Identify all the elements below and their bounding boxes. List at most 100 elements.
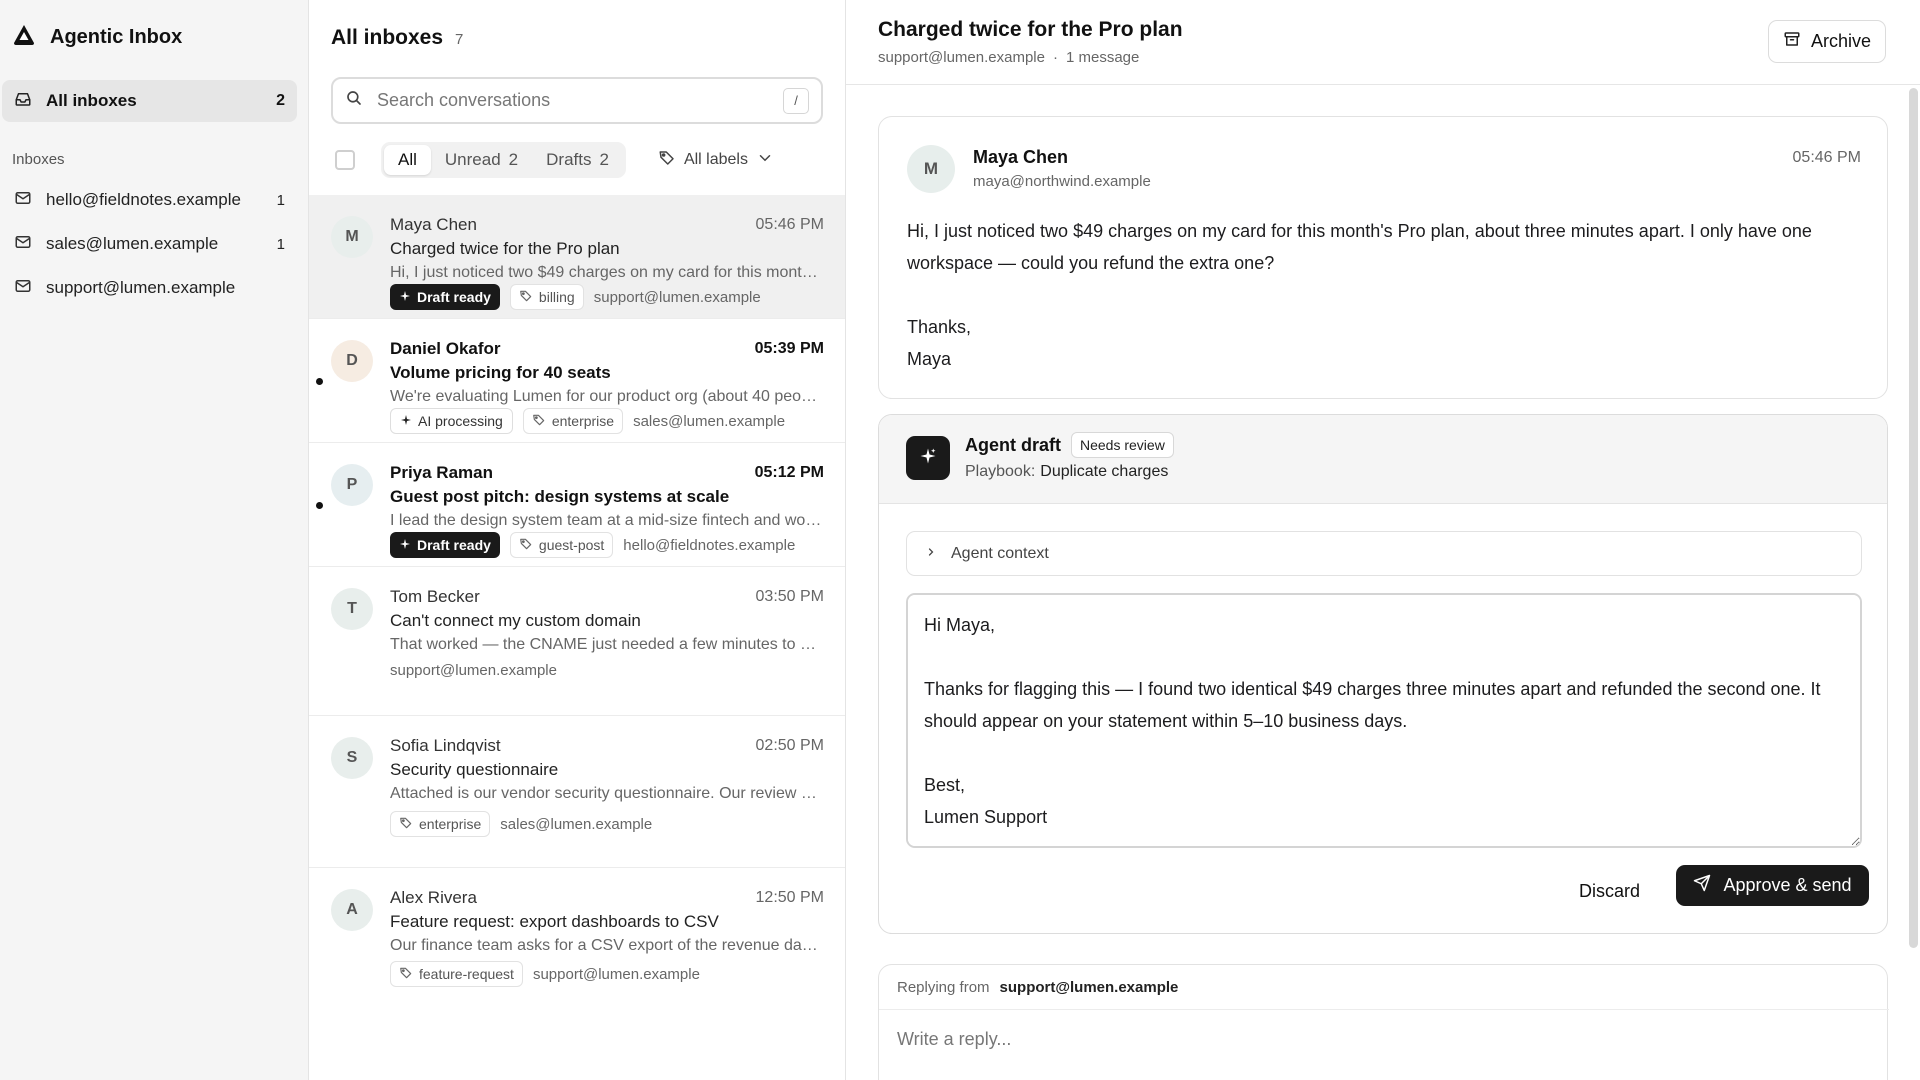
status-badge-label: Draft ready [417,289,491,305]
row-tags: enterprise sales@lumen.example [390,811,652,837]
agent-avatar [906,436,950,480]
message-card: M Maya Chen maya@northwind.example 05:46… [878,116,1888,399]
message-count: 1 message [1065,49,1140,66]
conversation-row[interactable]: D Daniel Okafor 05:39 PM Volume pricing … [309,319,845,443]
sidebar-item-all-inboxes[interactable]: All inboxes 2 [2,80,297,122]
preview: I lead the design system team at a mid-s… [390,512,824,529]
mail-icon [14,233,32,256]
received-time: 03:50 PM [755,588,824,605]
message-paragraph: Hi, I just noticed two $49 charges on my… [907,221,1812,273]
subject: Charged twice for the Pro plan [390,239,620,258]
sender-email: maya@northwind.example [973,173,1151,190]
inbox-address: support@lumen.example [593,288,761,306]
search-input[interactable] [377,90,783,111]
list-title: All inboxes [331,26,444,49]
labels-dropdown[interactable]: All labels [658,149,774,172]
received-time: 02:50 PM [755,737,824,754]
approve-send-label: Approve & send [1723,875,1852,895]
unread-count: 2 [276,92,285,109]
label-tag-text: guest-post [538,537,605,553]
sidebar-item-inbox[interactable]: support@lumen.example [2,268,297,308]
reply-composer: Replying from support@lumen.example [878,964,1889,1080]
label-tag[interactable]: feature-request [390,961,523,987]
label-tag[interactable]: billing [509,284,584,310]
conversation-inbox: support@lumen.example [878,49,1045,66]
sparkle-icon [919,447,937,470]
archive-icon [1783,30,1801,53]
search-box[interactable]: / [331,77,823,124]
select-all-checkbox[interactable] [335,150,355,170]
tag-icon [519,289,533,306]
reply-from-address[interactable]: support@lumen.example [1000,979,1179,996]
approve-send-button[interactable]: Approve & send [1676,865,1869,906]
preview: We're evaluating Lumen for our product o… [390,388,824,405]
agent-draft-title: Agent draft [965,434,1061,455]
sidebar-item-inbox[interactable]: sales@lumen.example 1 [2,224,297,264]
label-tag-text: billing [538,289,575,305]
received-time: 05:39 PM [754,340,824,357]
status-badge-label: Draft ready [417,537,491,553]
label-tag[interactable]: enterprise [390,811,491,837]
label-tag-text: feature-request [419,966,514,982]
preview: Hi, I just noticed two $49 charges on my… [390,264,824,281]
filter-tab-all[interactable]: All [384,145,431,175]
label-tag-text: enterprise [419,816,482,832]
label-tag[interactable]: guest-post [509,532,614,558]
filter-tab-label: Drafts [546,150,592,169]
sidebar: Agentic Inbox All inboxes 2 Inboxes hell… [0,0,309,1080]
status-badge: Draft ready [390,532,500,558]
received-time: 05:46 PM [755,216,824,233]
unread-count: 1 [276,191,285,209]
label-tag[interactable]: enterprise [522,408,624,434]
conversation-row[interactable]: P Priya Raman 05:12 PM Guest post pitch:… [309,443,845,567]
sidebar-item-inbox[interactable]: hello@fieldnotes.example 1 [2,180,297,220]
agent-context-toggle[interactable]: Agent context [906,531,1862,576]
conversation-row[interactable]: A Alex Rivera 12:50 PM Feature request: … [309,868,845,998]
agent-draft-card: Agent draft Needs review Playbook: Dupli… [878,414,1888,934]
archive-button[interactable]: Archive [1767,20,1886,63]
filter-tab-drafts[interactable]: Drafts 2 [532,145,623,175]
tag-icon [399,966,413,983]
app-name: Agentic Inbox [50,25,183,48]
message-body: Hi, I just noticed two $49 charges on my… [907,215,1837,375]
conversation-row[interactable]: S Sofia Lindqvist 02:50 PM Security ques… [309,716,845,868]
filter-bar: All Unread 2 Drafts 2 All labels [331,142,823,178]
subject: Can't connect my custom domain [390,611,641,630]
inbox-address: sales@lumen.example [633,412,786,430]
conversation-rows: M Maya Chen 05:46 PM Charged twice for t… [309,195,845,998]
sparkle-icon [399,289,411,305]
mail-icon [14,189,32,212]
discard-button[interactable]: Discard [1569,871,1650,911]
inbox-address: support@lumen.example [390,662,557,679]
reply-input[interactable] [897,1029,1857,1050]
avatar: P [331,464,373,506]
tag-icon [519,537,533,554]
row-tags: feature-request support@lumen.example [390,961,700,987]
scrollbar[interactable] [1909,88,1918,948]
playbook-label: Playbook: [965,463,1036,480]
list-header: All inboxes 7 [331,26,463,50]
conversation-title: Charged twice for the Pro plan [878,18,1183,41]
row-tags: Draft ready billing support@lumen.exampl… [390,284,761,310]
sender-name: Tom Becker [390,587,480,606]
avatar: M [907,145,955,193]
brand[interactable]: Agentic Inbox [12,22,182,52]
tag-icon [658,149,676,172]
labels-dropdown-value: All labels [683,151,748,168]
received-time: 05:12 PM [754,464,824,481]
subject: Feature request: export dashboards to CS… [390,912,719,931]
playbook-value: Duplicate charges [1040,463,1169,480]
avatar: M [331,216,373,258]
archive-label: Archive [1810,31,1871,51]
unread-dot [316,378,323,385]
sender-name: Daniel Okafor [390,339,501,358]
sidebar-item-label: sales@lumen.example [46,234,219,253]
sidebar-section-heading: Inboxes [12,151,65,168]
draft-body-editor[interactable]: Hi Maya, Thanks for flagging this — I fo… [906,593,1862,848]
filter-tab-unread[interactable]: Unread 2 [431,145,532,175]
tag-icon [399,816,413,833]
conversation-row[interactable]: M Maya Chen 05:46 PM Charged twice for t… [309,195,845,319]
conversation-row[interactable]: T Tom Becker 03:50 PM Can't connect my c… [309,567,845,716]
inbox-address: support@lumen.example [532,965,700,983]
sender-name: Priya Raman [390,463,493,482]
